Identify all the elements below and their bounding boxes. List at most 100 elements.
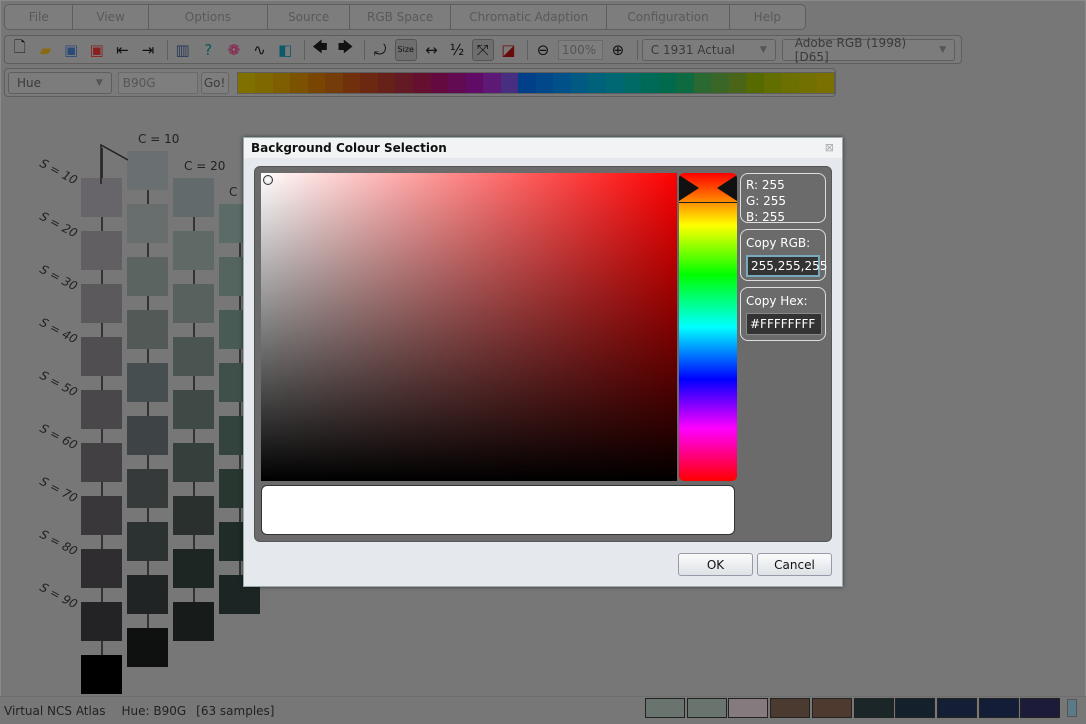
color-wheel-icon[interactable]: ❁ (223, 39, 245, 61)
colour-sample[interactable] (173, 337, 214, 376)
mode-select[interactable]: Hue ▼ (8, 71, 112, 94)
half-icon[interactable]: ½ (446, 39, 468, 61)
hue-swatch[interactable] (518, 72, 536, 93)
hue-swatch[interactable] (483, 72, 501, 93)
hue-swatch[interactable] (342, 72, 361, 93)
recent-colour-swatch[interactable] (811, 698, 852, 718)
hue-swatch[interactable] (272, 72, 291, 93)
fullscreen-icon[interactable]: ⤧ (471, 38, 494, 61)
copy-hex-input[interactable]: #FFFFFFFF (746, 313, 822, 335)
hue-swatch[interactable] (360, 72, 378, 93)
hue-swatch[interactable] (588, 72, 607, 93)
hue-swatch[interactable] (237, 72, 256, 93)
hue-swatch[interactable] (746, 72, 764, 93)
menu-help[interactable]: Help (730, 5, 805, 29)
hue-swatch[interactable] (325, 72, 343, 93)
colour-sample[interactable] (173, 390, 214, 429)
go-button[interactable]: Go! (200, 71, 229, 94)
hue-swatch[interactable] (290, 72, 308, 93)
menu-file[interactable]: File (5, 5, 74, 29)
menu-view[interactable]: View (73, 5, 149, 29)
recent-colour-swatch[interactable] (936, 698, 977, 718)
hue-slider-handle[interactable] (679, 173, 737, 203)
zoom-level-input[interactable]: 100% (557, 39, 604, 60)
hue-swatch[interactable] (676, 72, 694, 93)
hue-swatch[interactable] (570, 72, 589, 93)
hue-swatch[interactable] (377, 72, 396, 93)
menu-options[interactable]: Options (149, 5, 269, 29)
hue-swatch[interactable] (799, 72, 817, 93)
colour-sample[interactable] (81, 549, 122, 588)
colour-sample[interactable] (173, 178, 214, 217)
hue-swatch[interactable] (623, 72, 642, 93)
hue-slider[interactable] (679, 173, 737, 481)
colour-sample[interactable] (81, 231, 122, 270)
hue-swatch[interactable] (816, 72, 835, 93)
menu-chromatic-adaption[interactable]: Chromatic Adaption (451, 5, 608, 29)
close-file-icon[interactable]: ▣ (86, 39, 108, 61)
scrollbar[interactable] (1067, 699, 1077, 717)
arrow-left-icon[interactable]: 🡄 (309, 38, 331, 61)
hue-swatch[interactable] (781, 72, 800, 93)
saturation-value-area[interactable] (261, 173, 677, 481)
menu-source[interactable]: Source (268, 5, 351, 29)
recent-colour-swatch[interactable] (895, 698, 936, 718)
colour-sample[interactable] (173, 284, 214, 323)
recent-colour-swatch[interactable] (770, 698, 811, 718)
cancel-button[interactable]: Cancel (757, 553, 832, 576)
observer-select[interactable]: C 1931 Actual ▼ (641, 38, 776, 61)
hue-swatch[interactable] (430, 72, 449, 93)
book-icon[interactable]: ▥ (172, 39, 194, 61)
colour-sample[interactable] (81, 284, 122, 323)
colour-sample[interactable] (127, 469, 168, 508)
split-swatch-icon[interactable]: ◧ (274, 39, 296, 61)
hue-swatch[interactable] (711, 72, 729, 93)
hue-input[interactable]: B90G (117, 71, 198, 94)
hue-strip[interactable] (236, 71, 835, 94)
rotate-icon[interactable]: ⤾ (369, 39, 391, 61)
hue-swatch[interactable] (553, 72, 571, 93)
hue-swatch[interactable] (413, 72, 431, 93)
import-icon[interactable]: ⇤ (112, 39, 134, 61)
colour-sample[interactable] (81, 390, 122, 429)
colour-sample[interactable] (173, 549, 214, 588)
colour-sample[interactable] (127, 628, 168, 667)
hue-swatch[interactable] (395, 72, 413, 93)
zoom-in-icon[interactable]: ⊕ (607, 39, 629, 61)
hue-swatch[interactable] (465, 72, 484, 93)
recent-colour-swatch[interactable] (853, 698, 894, 718)
help-icon[interactable]: ? (197, 39, 219, 61)
arrow-right-icon[interactable]: 🡆 (335, 38, 357, 61)
colour-sample[interactable] (81, 337, 122, 376)
hue-swatch[interactable] (641, 72, 659, 93)
hue-swatch[interactable] (307, 72, 326, 93)
colour-sample[interactable] (81, 496, 122, 535)
colour-sample[interactable] (81, 655, 122, 694)
recent-colour-swatch[interactable] (686, 698, 727, 718)
hue-swatch[interactable] (728, 72, 747, 93)
recent-colour-swatch[interactable] (1020, 698, 1061, 718)
save-icon[interactable]: ▣ (60, 39, 82, 61)
ok-button[interactable]: OK (678, 553, 753, 576)
fit-width-icon[interactable]: ↔ (421, 39, 443, 61)
hue-swatch[interactable] (255, 72, 273, 93)
copy-rgb-input[interactable]: 255,255,255 (746, 255, 827, 277)
colour-sample[interactable] (127, 310, 168, 349)
rgb-space-select[interactable]: Adobe RGB (1998) [D65] ▼ (781, 36, 956, 64)
hue-swatch[interactable] (535, 72, 554, 93)
colour-sample[interactable] (127, 575, 168, 614)
size-icon[interactable]: Size (394, 38, 417, 61)
colour-sample[interactable] (127, 363, 168, 402)
colour-sample[interactable] (81, 443, 122, 482)
colour-sample[interactable] (127, 204, 168, 243)
colour-sample[interactable] (127, 257, 168, 296)
hue-swatch[interactable] (606, 72, 624, 93)
new-file-icon[interactable]: 🗋 (9, 38, 31, 61)
curve-icon[interactable]: ∿ (249, 39, 271, 61)
hue-swatch[interactable] (763, 72, 782, 93)
colour-sample[interactable] (173, 602, 214, 641)
hue-swatch[interactable] (693, 72, 712, 93)
colour-sample[interactable] (127, 522, 168, 561)
close-icon[interactable]: ⊠ (825, 141, 834, 154)
recent-colour-swatch[interactable] (645, 698, 685, 718)
